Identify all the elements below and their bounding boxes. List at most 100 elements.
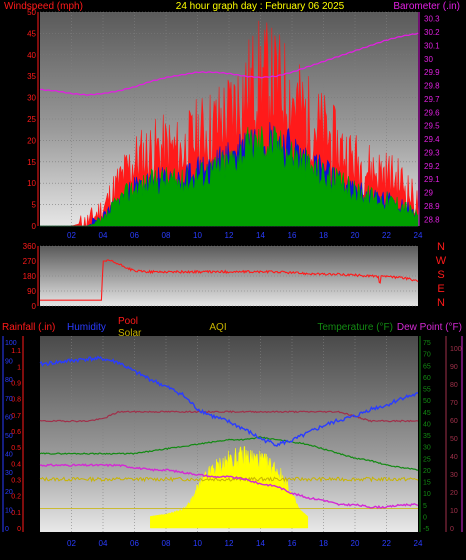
temperature-label: Temperature (°F) [317,322,393,333]
aqi-tick: 70 [450,400,458,407]
aqi-tick: 50 [450,436,458,443]
solar-label: Solar [118,328,142,339]
time-tick: 22 [382,539,391,548]
wind-tick: 30 [27,94,36,103]
barometer-axis-title: Barometer (.in) [393,1,460,12]
humidity-tick: 0 [5,526,9,533]
time-tick: 24 [414,231,423,240]
time-tick: 18 [319,231,328,240]
wind-tick: 20 [27,136,36,145]
humidity-tick: 80 [5,377,13,384]
barometer-tick: 29 [424,189,433,198]
aqi-tick: 0 [450,526,454,533]
aqi-tick: 20 [450,490,458,497]
humidity-tick: 100 [5,340,17,347]
dewpoint-label: Dew Point (°F) [397,322,462,333]
chart-canvas: 0510152025303540455028.828.92929.129.229… [2,1,463,548]
time-tick: 16 [288,539,297,548]
compass-label: N [437,241,445,253]
wind-axis-title: Windspeed (mph) [4,1,83,12]
humidity-tick: 90 [5,359,13,366]
rain-tick: 1 [17,364,21,371]
aqi-tick: 10 [450,508,458,515]
direction-tick: 0 [32,302,37,311]
wind-tick: 0 [32,222,37,231]
wind-tick: 35 [27,72,36,81]
temperature-tick: 45 [423,410,431,417]
humidity-tick: 60 [5,414,13,421]
temperature-tick: 35 [423,433,431,440]
barometer-tick: 29.9 [424,68,440,77]
wind-tick: 5 [32,201,37,210]
wind-tick: 10 [27,179,36,188]
humidity-tick: 20 [5,489,13,496]
direction-tick: 270 [23,257,37,266]
aqi-label: AQI [209,322,226,333]
temperature-tick: 75 [423,340,431,347]
rain-tick: 0.3 [11,477,21,484]
time-tick: 06 [130,539,139,548]
time-tick: 14 [256,231,265,240]
humidity-tick: 70 [5,396,13,403]
barometer-tick: 29.2 [424,162,440,171]
time-tick: 02 [67,539,76,548]
humidity-label: Humidity [67,322,106,333]
time-tick: 08 [162,539,171,548]
temperature-tick: 60 [423,375,431,382]
rain-tick: 0 [17,526,21,533]
temperature-tick: 40 [423,421,431,428]
direction-tick: 90 [27,287,36,296]
time-tick: 14 [256,539,265,548]
barometer-tick: 30 [424,55,433,64]
barometer-tick: 29.3 [424,148,440,157]
compass-label: E [437,283,444,295]
humidity-tick: 50 [5,433,13,440]
barometer-tick: 29.1 [424,175,440,184]
time-tick: 04 [99,539,108,548]
aqi-tick: 100 [450,346,462,353]
time-tick: 24 [414,539,423,548]
barometer-tick: 29.8 [424,82,440,91]
temperature-tick: 25 [423,456,431,463]
barometer-tick: 30.1 [424,41,440,50]
barometer-tick: 29.6 [424,108,440,117]
temperature-tick: 50 [423,398,431,405]
direction-tick: 360 [23,242,37,251]
compass-label: W [436,255,447,267]
barometer-tick: 30.2 [424,28,440,37]
humidity-tick: 10 [5,507,13,514]
barometer-tick: 29.7 [424,95,440,104]
time-tick: 04 [99,231,108,240]
aqi-tick: 80 [450,382,458,389]
barometer-tick: 29.4 [424,135,440,144]
pool-label: Pool [118,316,138,327]
time-tick: 06 [130,231,139,240]
time-tick: 12 [225,231,234,240]
time-tick: 18 [319,539,328,548]
compass-label: N [437,297,445,309]
chart-title: 24 hour graph day : February 06 2025 [176,1,345,12]
temperature-tick: 70 [423,352,431,359]
time-tick: 22 [382,231,391,240]
temperature-tick: 30 [423,445,431,452]
time-tick: 16 [288,231,297,240]
direction-tick: 180 [23,272,37,281]
rain-tick: 0.4 [11,461,21,468]
time-tick: 20 [351,539,360,548]
aqi-tick: 90 [450,364,458,371]
rain-tick: 1.1 [11,348,21,355]
time-tick: 12 [225,539,234,548]
compass-label: S [437,269,444,281]
barometer-tick: 28.9 [424,202,440,211]
humidity-tick: 30 [5,470,13,477]
temperature-tick: 20 [423,468,431,475]
humidity-tick: 40 [5,452,13,459]
wind-tick: 15 [27,158,36,167]
temperature-tick: 55 [423,387,431,394]
temperature-tick: 5 [423,503,427,510]
temperature-tick: 10 [423,491,431,498]
wind-tick: 45 [27,29,36,38]
rain-axis-title: Rainfall (.in) [2,322,55,333]
temperature-tick: 65 [423,363,431,370]
wind-tick: 25 [27,115,36,124]
